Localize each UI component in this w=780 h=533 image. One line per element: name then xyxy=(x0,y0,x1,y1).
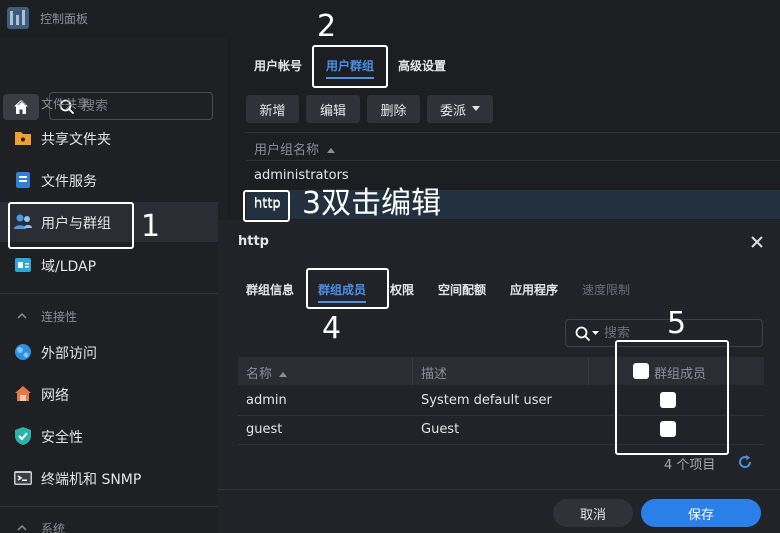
dialog-title: http xyxy=(238,234,269,249)
folder-icon xyxy=(15,132,31,145)
sidebar-item-domain-ldap[interactable]: 域/LDAP xyxy=(0,245,218,285)
annotation-text-3: 3双击编辑 xyxy=(302,186,442,221)
caret-down-icon xyxy=(592,331,599,335)
sidebar: 文件共享 共享文件夹 文件服务 用户与群组 域/LDAP xyxy=(0,38,228,533)
section-file-sharing[interactable]: 文件共享 xyxy=(0,93,228,113)
refresh-icon[interactable] xyxy=(737,454,753,470)
sidebar-item-label: 网络 xyxy=(41,388,69,404)
sidebar-divider xyxy=(0,293,228,294)
annotation-number-5: 5 xyxy=(667,306,687,341)
sidebar-item-shared-folder[interactable]: 共享文件夹 xyxy=(0,118,218,158)
dialog-tab-permissions[interactable]: 权限 xyxy=(390,281,414,298)
terminal-icon xyxy=(14,471,32,485)
search-icon xyxy=(575,326,591,342)
save-button[interactable]: 保存 xyxy=(641,499,761,527)
sidebar-item-label: 域/LDAP xyxy=(41,259,97,275)
selected-group-label: http xyxy=(254,196,281,211)
cancel-button[interactable]: 取消 xyxy=(553,499,633,527)
sidebar-item-label: 安全性 xyxy=(41,430,83,446)
sidebar-item-terminal-snmp[interactable]: 终端机和 SNMP xyxy=(0,458,218,498)
globe-icon xyxy=(15,344,31,360)
item-count: 4 个项目 xyxy=(664,458,716,473)
create-button[interactable]: 新增 xyxy=(246,95,299,123)
sidebar-item-network[interactable]: 网络 xyxy=(0,374,218,414)
sort-ascending-icon xyxy=(279,372,288,377)
annotation-number-1: 1 xyxy=(141,209,161,244)
file-services-icon xyxy=(16,172,30,188)
section-connectivity[interactable]: 连接性 xyxy=(0,306,228,326)
caret-down-icon xyxy=(472,106,480,111)
column-header-description[interactable]: 描述 xyxy=(421,363,447,382)
dialog-tab-quota[interactable]: 空间配额 xyxy=(438,281,486,298)
annotation-box-2 xyxy=(312,45,388,88)
shield-icon xyxy=(15,427,31,445)
chevron-up-icon xyxy=(17,99,27,106)
sort-ascending-icon xyxy=(327,148,336,153)
dialog-tab-applications[interactable]: 应用程序 xyxy=(510,281,558,298)
annotation-box-5 xyxy=(615,340,729,455)
sidebar-item-external-access[interactable]: 外部访问 xyxy=(0,332,218,372)
dialog-tab-speed-limit: 速度限制 xyxy=(582,283,631,297)
title-bar: 控制面板 xyxy=(0,0,780,38)
delete-button[interactable]: 删除 xyxy=(367,95,420,123)
network-icon xyxy=(15,386,31,401)
chevron-up-icon xyxy=(17,312,27,319)
sidebar-item-security[interactable]: 安全性 xyxy=(0,416,218,456)
column-header-name[interactable]: 名称 xyxy=(246,363,288,382)
sidebar-item-label: 共享文件夹 xyxy=(41,132,111,148)
dialog-tab-group-info[interactable]: 群组信息 xyxy=(246,281,294,298)
sidebar-item-label: 外部访问 xyxy=(41,346,97,362)
annotation-box-1 xyxy=(8,202,134,249)
sidebar-item-file-services[interactable]: 文件服务 xyxy=(0,160,218,200)
tab-user-accounts[interactable]: 用户帐号 xyxy=(254,57,302,74)
sidebar-item-label: 文件服务 xyxy=(41,174,97,190)
annotation-box-4 xyxy=(306,268,389,309)
sidebar-item-label: 终端机和 SNMP xyxy=(41,472,142,488)
domain-icon xyxy=(15,258,31,272)
section-system[interactable]: 系统 xyxy=(0,518,228,533)
edit-button[interactable]: 编辑 xyxy=(306,95,360,123)
group-name-column-header[interactable]: 用户组名称 xyxy=(254,139,336,158)
annotation-number-2: 2 xyxy=(317,9,337,44)
control-panel-icon xyxy=(7,7,29,29)
tab-advanced-settings[interactable]: 高级设置 xyxy=(398,57,446,74)
app-title: 控制面板 xyxy=(40,12,89,26)
delegate-dropdown[interactable]: 委派 xyxy=(427,95,493,123)
sidebar-divider xyxy=(0,506,228,507)
chevron-up-icon xyxy=(17,524,27,531)
annotation-number-4: 4 xyxy=(322,311,342,346)
close-icon[interactable] xyxy=(749,234,765,250)
